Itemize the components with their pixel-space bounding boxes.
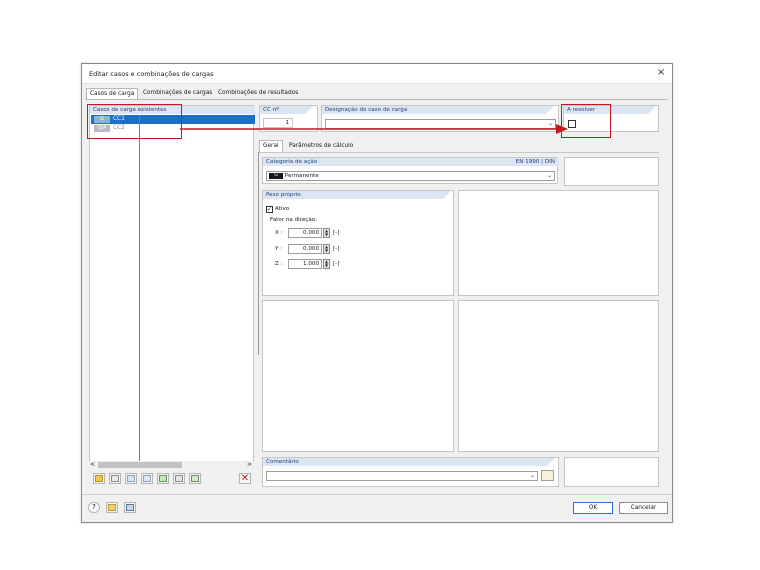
spin-y-icon[interactable]: ▲ ▼ <box>323 244 330 254</box>
renumber-icon[interactable] <box>125 473 137 484</box>
axis-label-y: Y : <box>275 246 283 252</box>
load-case-list: Casos de carga existentes G CC1 QiA CC2 <box>89 105 255 462</box>
axis-label-x: X : <box>275 230 283 236</box>
action-category-title: Categoria de ação <box>266 159 318 165</box>
highlight-box-list <box>87 104 182 139</box>
self-weight-header: Peso próprio <box>263 191 443 199</box>
highlight-arrow <box>180 124 568 134</box>
subtab-geral[interactable]: Geral <box>259 140 283 152</box>
factor-label: Fator na direção: <box>270 217 318 223</box>
empty-panel-right-top <box>564 157 659 186</box>
uncheck-all-icon[interactable] <box>173 473 185 484</box>
chevron-down-icon: ⌄ <box>529 472 535 479</box>
comment-panel: Comentário ⌄ <box>262 457 559 487</box>
cc-number-header: CC nº <box>260 106 305 114</box>
horizontal-scrollbar[interactable]: < > <box>89 461 254 469</box>
delete-icon[interactable]: ✕ <box>239 473 251 484</box>
cancel-button[interactable]: Cancelar <box>619 502 668 514</box>
action-category-header: Categoria de ação EN 1990 | DIN <box>263 158 559 166</box>
header-notch <box>547 458 555 466</box>
scroll-right-icon[interactable]: > <box>247 461 252 468</box>
comment-library-icon[interactable] <box>541 470 554 481</box>
empty-panel-comment-right <box>564 457 659 487</box>
empty-panel-lower-right <box>458 300 659 452</box>
column-divider <box>139 115 140 461</box>
header-notch <box>546 106 554 114</box>
spin-x-icon[interactable]: ▲ ▼ <box>323 228 330 238</box>
action-category-combo[interactable]: G Permanente ⌄ <box>266 171 555 181</box>
unit-x: [-] <box>333 230 340 236</box>
help-icon[interactable]: ? <box>88 502 100 513</box>
self-weight-panel: Peso próprio ✓ Ativo Fator na direção: X… <box>262 190 454 296</box>
factor-y-input[interactable]: 0.000 <box>288 244 322 254</box>
empty-panel-lower-left <box>262 300 454 452</box>
empty-panel-mid-right <box>458 190 659 296</box>
dialog-title: Editar casos e combinações de cargas <box>89 70 214 78</box>
active-label: Ativo <box>275 206 290 212</box>
header-notch <box>648 106 656 114</box>
unit-y: [-] <box>333 246 340 252</box>
header-notch <box>443 191 451 199</box>
scrollbar-thumb[interactable] <box>98 462 182 468</box>
unit-z: [-] <box>333 261 340 267</box>
designation-header: Designação do caso de carga <box>322 106 546 114</box>
tab-divider <box>86 99 668 100</box>
comment-header: Comentário <box>263 458 547 466</box>
comment-combo[interactable]: ⌄ <box>266 471 538 481</box>
subtab-divider <box>259 152 659 153</box>
tab-combinacoes-de-resultados[interactable]: Combinações de resultados <box>215 88 301 99</box>
sort-icon[interactable] <box>141 473 153 484</box>
title-bar: Editar casos e combinações de cargas × <box>82 64 672 84</box>
ok-button[interactable]: OK <box>573 502 613 514</box>
tab-casos-de-carga[interactable]: Casos de carga <box>86 88 139 99</box>
chevron-down-icon: ⌄ <box>546 172 552 179</box>
list-toolbar: ✕ <box>93 473 253 485</box>
import-icon[interactable] <box>189 473 201 484</box>
factor-x-input[interactable]: 0.000 <box>288 228 322 238</box>
scroll-left-icon[interactable]: < <box>90 461 95 468</box>
spin-z-icon[interactable]: ▲ ▼ <box>323 259 330 269</box>
new-load-case-icon[interactable] <box>93 473 105 484</box>
action-category-value: Permanente <box>284 173 319 179</box>
subtab-parametros-de-calculo[interactable]: Parâmetros de cálculo <box>286 141 356 152</box>
header-notch <box>305 106 313 114</box>
copy-load-case-icon[interactable] <box>109 473 121 484</box>
save-file-icon[interactable] <box>124 502 136 513</box>
factor-z-input[interactable]: 1.000 <box>288 259 322 269</box>
check-all-icon[interactable] <box>157 473 169 484</box>
axis-label-z: Z : <box>275 261 283 267</box>
norm-label: EN 1990 | DIN <box>515 159 555 165</box>
open-file-icon[interactable] <box>106 502 118 513</box>
footer-divider <box>82 494 672 495</box>
active-checkbox[interactable]: ✓ <box>266 206 273 213</box>
content-edge <box>258 152 259 355</box>
tab-combinacoes-de-cargas[interactable]: Combinações de cargas <box>140 88 215 99</box>
close-icon[interactable]: × <box>657 67 665 78</box>
action-category-panel: Categoria de ação EN 1990 | DIN G Perman… <box>262 157 559 184</box>
category-badge: G <box>269 172 283 179</box>
